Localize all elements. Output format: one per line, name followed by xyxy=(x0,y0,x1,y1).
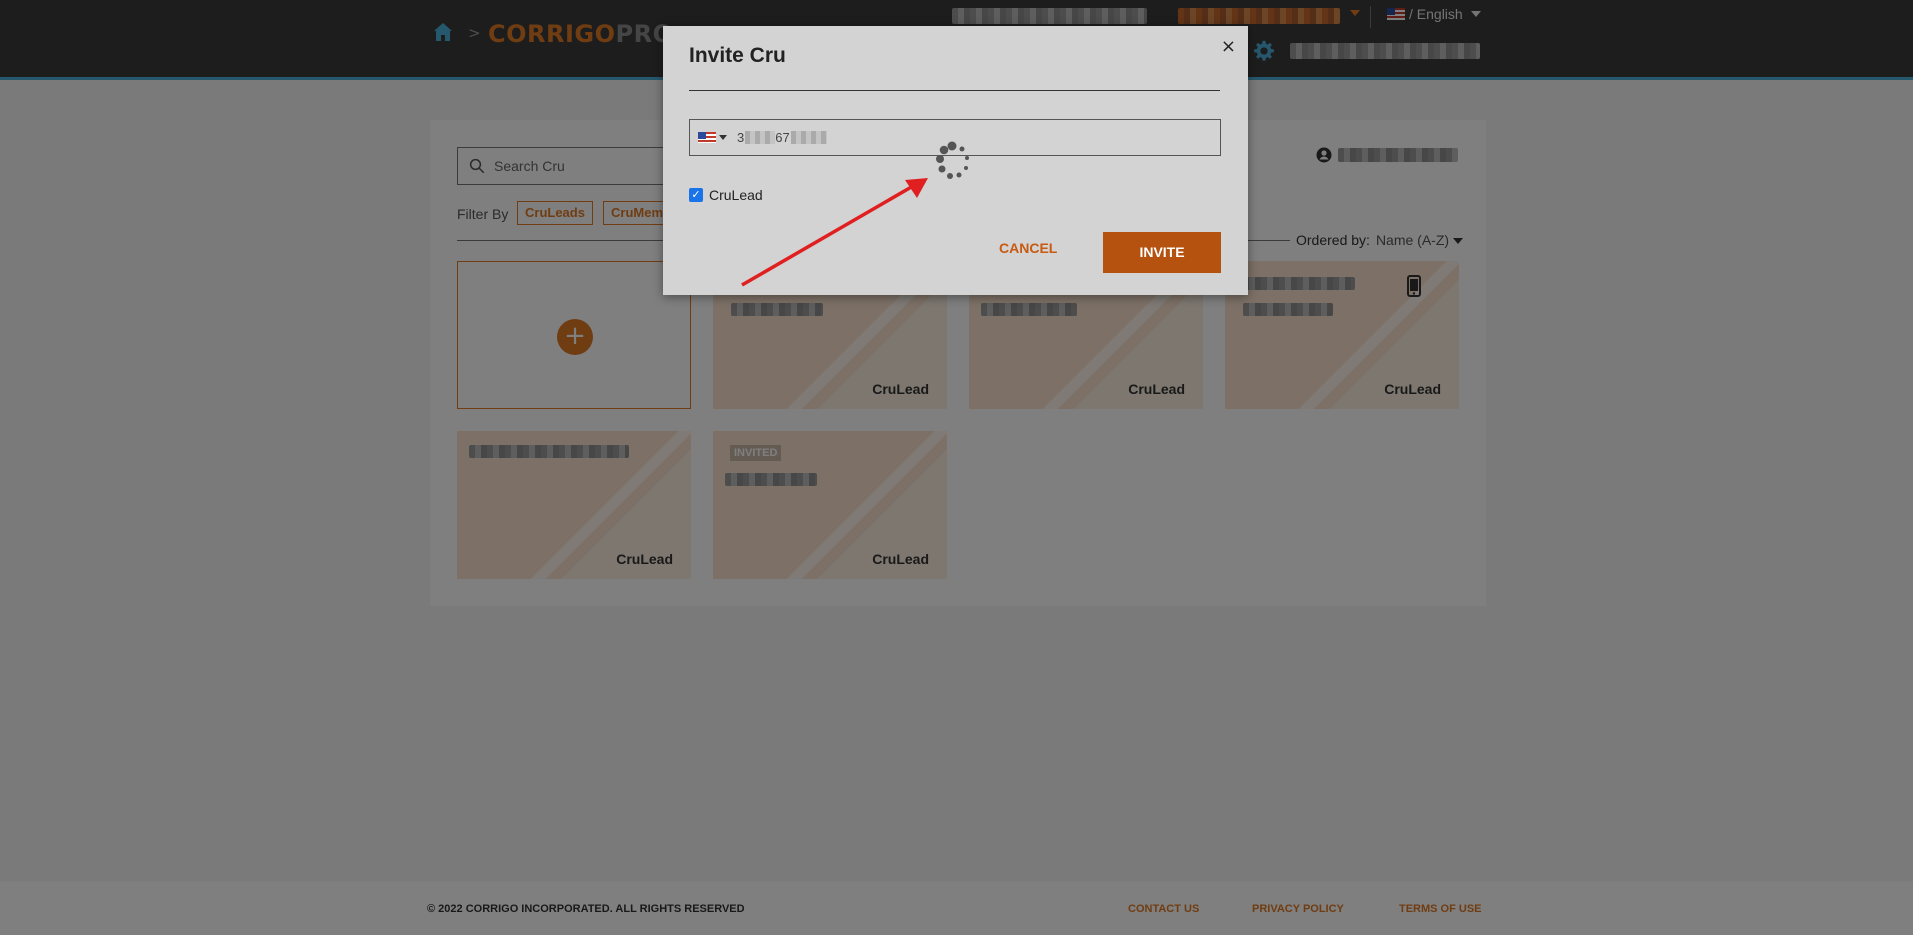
phone-visible-digits: 67 xyxy=(775,130,790,145)
redacted-phone-digits xyxy=(790,131,827,144)
chevron-down-icon xyxy=(719,135,727,140)
dialog-divider xyxy=(689,90,1220,91)
close-icon[interactable]: × xyxy=(1221,36,1236,57)
invite-button[interactable]: INVITE xyxy=(1103,232,1221,273)
us-flag-icon xyxy=(698,132,716,143)
redacted-phone-digits xyxy=(745,131,776,144)
phone-value: 3 67 xyxy=(737,130,827,145)
annotation-arrow-icon xyxy=(741,178,928,287)
country-code-selector[interactable] xyxy=(690,132,727,143)
loading-spinner-icon xyxy=(936,141,969,179)
cancel-button[interactable]: CANCEL xyxy=(999,240,1057,256)
phone-visible-digit: 3 xyxy=(737,130,745,145)
dialog-title: Invite Cru xyxy=(689,44,786,67)
checkbox-checked-icon[interactable]: ✓ xyxy=(689,188,703,202)
